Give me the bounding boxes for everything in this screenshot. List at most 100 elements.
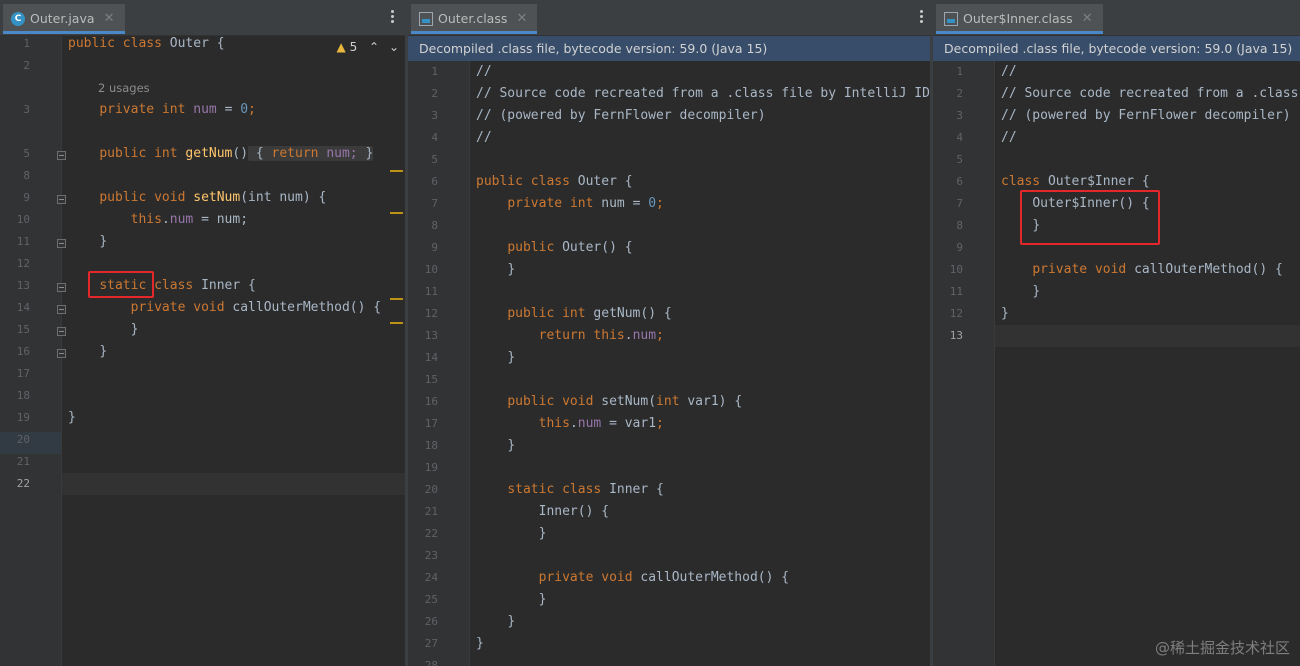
token: this <box>130 212 162 227</box>
code-line: // Source code recreated from a .class f… <box>476 86 930 101</box>
line-number: 23 <box>424 549 438 562</box>
code-line: } <box>68 319 139 341</box>
line-number: 10 <box>16 213 30 226</box>
token: num; <box>326 146 358 161</box>
line-number: 3 <box>23 103 30 116</box>
line-number: 2 <box>23 59 30 72</box>
tab-outer-class[interactable]: Outer.class ✕ <box>411 4 538 34</box>
code-line: } <box>538 526 547 541</box>
token: } <box>365 146 374 161</box>
warning-stripe-marker[interactable] <box>390 212 403 214</box>
line-number-gutter: 1 2 3 5 8 9 10 11 12 13 14 15 16 17 18 1… <box>0 36 66 666</box>
token: callOuterMethod <box>232 300 350 315</box>
more-options-icon[interactable] <box>391 10 395 24</box>
line-number-gutter: 1 2 3 4 5 6 7 8 9 10 11 12 13 14 15 16 17 18 19 20 21 22 23 24 2… <box>408 61 470 666</box>
token: 0 <box>240 102 249 117</box>
editor-outer-class: Outer.class ✕ Decompiled .class file, by… <box>405 0 930 666</box>
folded-method-body[interactable]: { return num; } <box>248 146 374 161</box>
close-icon[interactable]: ✕ <box>516 4 527 34</box>
token: } <box>99 234 108 249</box>
code-line: public int getNum() { <box>507 306 672 321</box>
code-line: } <box>68 341 107 363</box>
line-number: 27 <box>424 637 438 650</box>
usages-hint[interactable]: 2 usages <box>98 77 150 99</box>
line-number: 1 <box>23 37 30 50</box>
warning-stripe-marker[interactable] <box>390 298 403 300</box>
line-number: 10 <box>949 263 963 276</box>
line-number-current: 22 <box>16 477 30 490</box>
line-number: 9 <box>431 241 438 254</box>
line-number: 1 <box>431 65 438 78</box>
warning-count: 5 <box>349 40 358 54</box>
code-line: } <box>507 262 516 277</box>
line-number: 22 <box>424 527 438 540</box>
token: . <box>161 212 170 227</box>
token: public <box>68 36 115 51</box>
class-file-icon <box>944 12 958 26</box>
chevron-up-icon[interactable]: ⌃ <box>369 40 379 54</box>
warning-stripe-marker[interactable] <box>390 322 403 324</box>
line-number: 25 <box>424 593 438 606</box>
line-number: 3 <box>956 109 963 122</box>
line-number: 9 <box>23 191 30 204</box>
line-number: 8 <box>23 169 30 182</box>
more-options-icon[interactable] <box>920 10 924 24</box>
line-number: 19 <box>424 461 438 474</box>
token: () <box>232 146 249 161</box>
code-line: // (powered by FernFlower decompiler) <box>1001 108 1291 123</box>
token: } <box>68 410 76 425</box>
current-line-highlight <box>995 325 1300 347</box>
code-line: } <box>1032 284 1041 299</box>
code-line: // <box>1001 130 1017 145</box>
line-number: 12 <box>949 307 963 320</box>
line-number: 21 <box>424 505 438 518</box>
class-file-icon <box>419 12 433 26</box>
line-number: 5 <box>956 153 963 166</box>
code-line: public Outer() { <box>507 240 633 255</box>
line-number: 9 <box>956 241 963 254</box>
code-area[interactable]: // // Source code recreated from a .class… <box>470 61 930 666</box>
line-number: 28 <box>424 659 438 666</box>
code-line: // <box>476 64 492 79</box>
token: return <box>271 146 319 161</box>
line-number: 14 <box>16 301 30 314</box>
line-number: 20 <box>16 433 30 446</box>
code-line: private int num = 0; <box>68 99 256 121</box>
chevron-down-icon[interactable]: ⌄ <box>389 40 399 54</box>
code-line: class Outer$Inner { <box>1001 174 1150 189</box>
close-icon[interactable]: ✕ <box>1082 4 1093 34</box>
code-area[interactable]: // // Source code recreated from a .class… <box>995 61 1300 666</box>
editor-outer-java: C Outer.java ✕ 1 2 3 5 8 9 10 11 12 13 1… <box>0 0 405 666</box>
java-class-icon: C <box>11 12 25 26</box>
warning-icon: ▲ <box>336 40 346 54</box>
inspection-widget[interactable]: ▲ 5 ⌃ ⌄ <box>337 40 399 54</box>
tab-outer-java[interactable]: C Outer.java ✕ <box>3 4 125 34</box>
tab-outer-inner-class[interactable]: Outer$Inner.class ✕ <box>936 4 1103 34</box>
line-number: 6 <box>956 175 963 188</box>
code-area[interactable]: public class Outer { 2 usages private in… <box>62 36 405 666</box>
tab-bar: Outer$Inner.class ✕ <box>933 0 1300 36</box>
token: (int num) { <box>240 190 327 205</box>
line-number: 18 <box>16 389 30 402</box>
warning-stripe-marker[interactable] <box>390 170 403 172</box>
code-line: } <box>1001 306 1009 321</box>
line-number-current: 13 <box>949 329 963 342</box>
decompiled-banner: Decompiled .class file, bytecode version… <box>408 36 930 61</box>
code-line: public class Outer { <box>476 174 633 189</box>
line-number: 24 <box>424 571 438 584</box>
watermark: @稀土掘金技术社区 <box>1154 639 1290 657</box>
code-line: private void callOuterMethod() { <box>68 297 381 319</box>
close-icon[interactable]: ✕ <box>104 4 115 34</box>
code-line: } <box>1032 218 1041 233</box>
code-line: } <box>538 592 547 607</box>
line-number: 5 <box>431 153 438 166</box>
code-line: } <box>68 407 76 429</box>
line-number: 4 <box>431 131 438 144</box>
code-line: public class Outer { <box>68 36 225 55</box>
line-number: 18 <box>424 439 438 452</box>
line-number: 16 <box>16 345 30 358</box>
token: private <box>130 300 186 315</box>
token: = <box>224 102 233 117</box>
line-number: 17 <box>424 417 438 430</box>
line-number: 13 <box>424 329 438 342</box>
